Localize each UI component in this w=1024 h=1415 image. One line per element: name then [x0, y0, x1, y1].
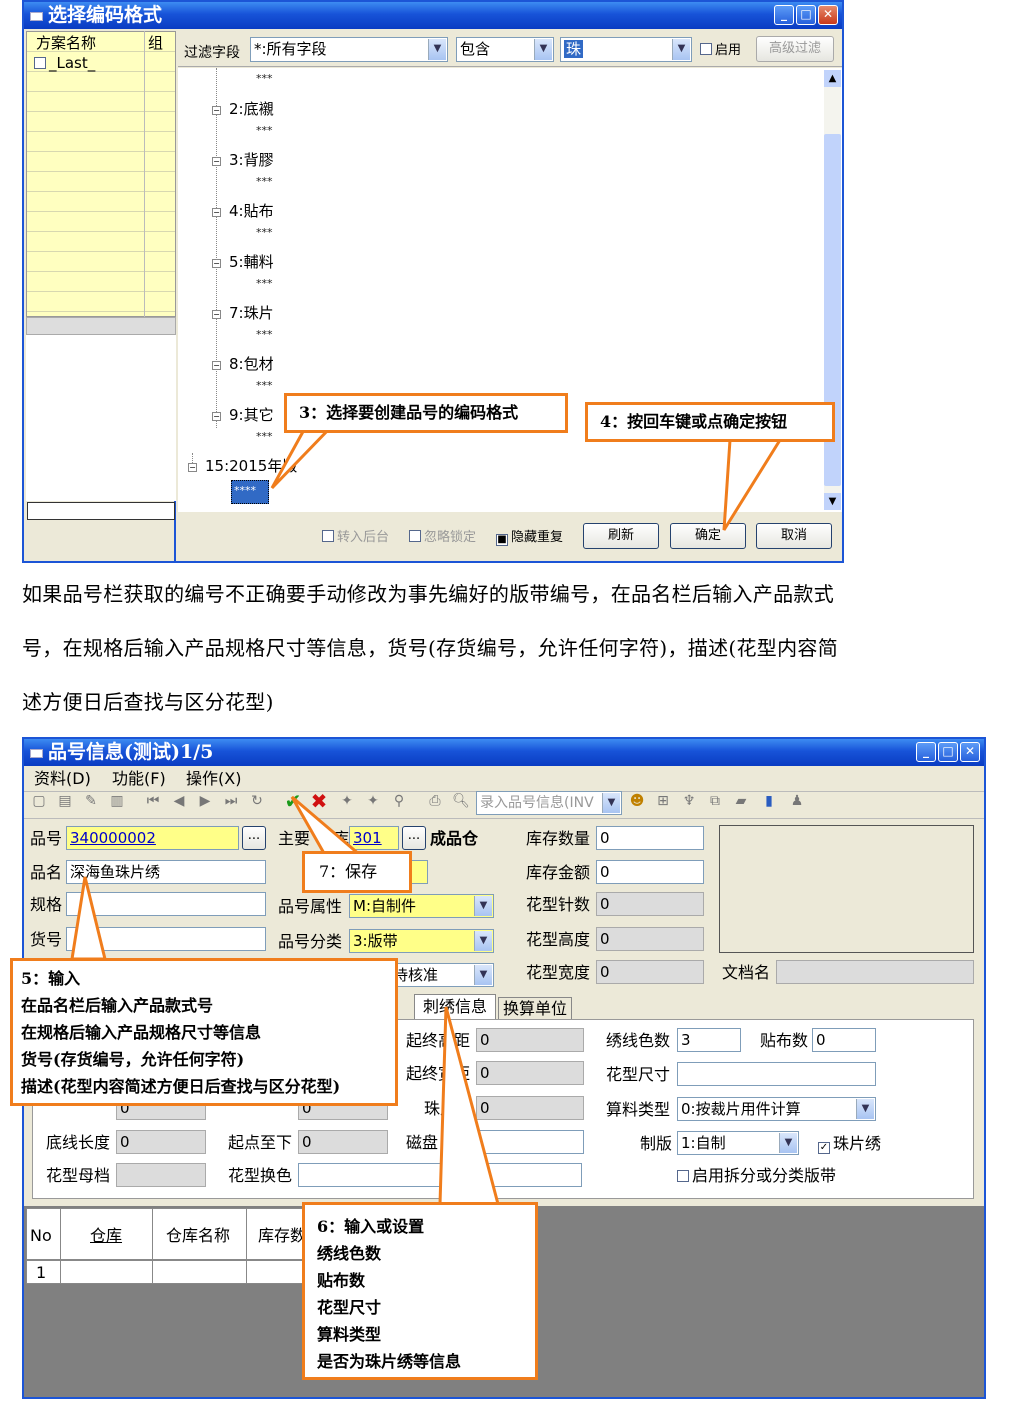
- callout-5-line: 在规格后输入产品规格尺寸等信息: [21, 1023, 262, 1042]
- callout-step-5: 5：输入 在品名栏后输入产品款式号 在规格后输入产品规格尺寸等信息 货号(存货编…: [10, 958, 398, 1106]
- callout-6-line: 6：输入或设置: [317, 1217, 425, 1236]
- callout-step-4: 4：按回车键或点确定按钮: [585, 402, 835, 442]
- callout-5-line: 在品名栏后输入产品款式号: [21, 996, 214, 1015]
- callout-6-line: 是否为珠片绣等信息: [317, 1352, 462, 1371]
- callout-6-line: 绣线色数: [317, 1244, 382, 1263]
- callout-step-6: 6：输入或设置 绣线色数 贴布数 花型尺寸 算料类型 是否为珠片绣等信息: [302, 1202, 538, 1380]
- callout-6-line: 算料类型: [317, 1325, 382, 1344]
- instruction-line-2: 号，在规格后输入产品规格尺寸等信息，货号(存货编号，允许任何字符)，描述(花型内…: [22, 636, 839, 660]
- callout-5-line: 货号(存货编号，允许任何字符): [21, 1050, 245, 1069]
- instruction-line-3: 述方便日后查找与区分花型): [22, 690, 274, 714]
- callout-step-7: 7：保存: [302, 851, 412, 893]
- callout-6-line: 花型尺寸: [317, 1298, 382, 1317]
- instruction-line-1: 如果品号栏获取的编号不正确要手动修改为事先编好的版带编号，在品名栏后输入产品款式: [22, 582, 834, 606]
- callout-6-line: 贴布数: [317, 1271, 366, 1290]
- callout-pointers-1: [270, 426, 783, 531]
- callout-5-line: 描述(花型内容简述方便日后查找与区分花型): [21, 1077, 341, 1096]
- callout-5-line: 5：输入: [21, 969, 81, 988]
- callout-step-3: 3：选择要创建品号的编码格式: [284, 393, 568, 433]
